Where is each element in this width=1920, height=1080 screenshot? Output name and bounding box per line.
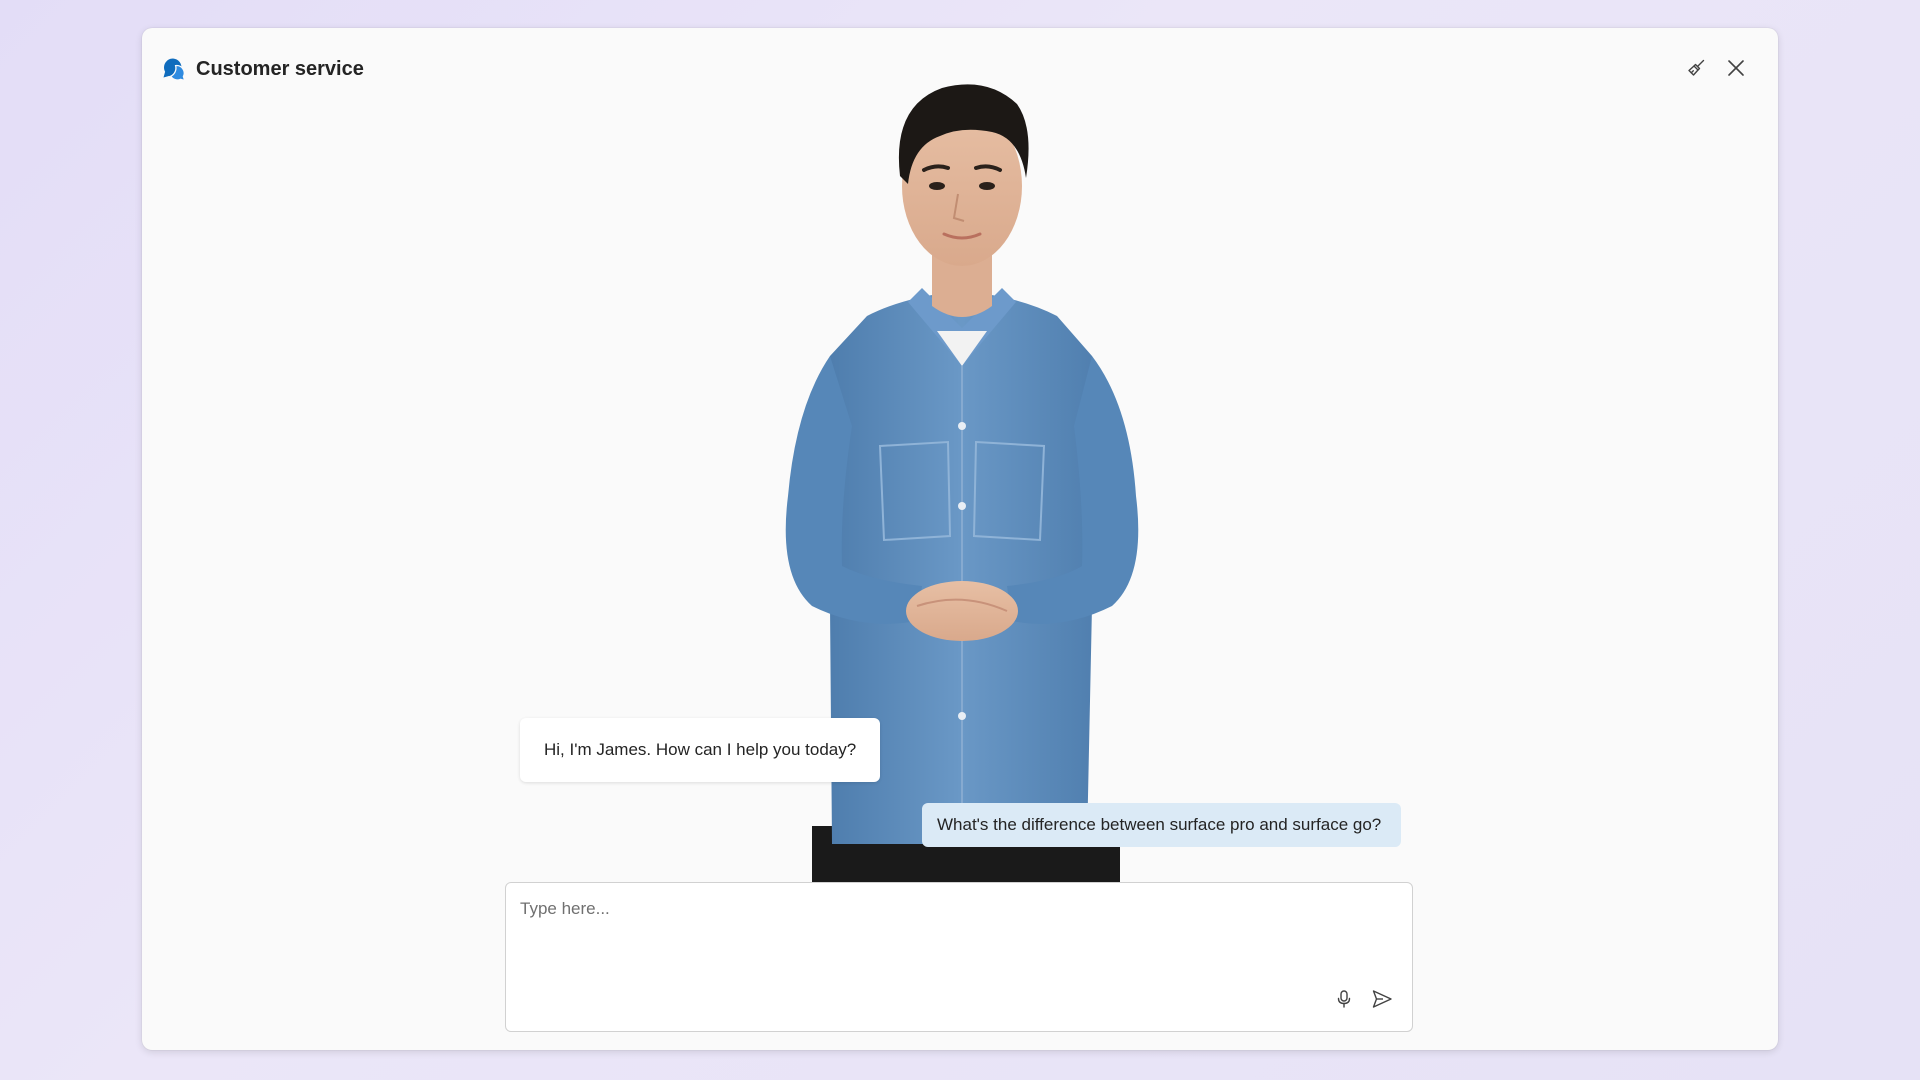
message-composer bbox=[505, 882, 1413, 1032]
close-button[interactable] bbox=[1720, 52, 1752, 84]
assistant-message: Hi, I'm James. How can I help you today? bbox=[520, 718, 881, 782]
close-icon bbox=[1727, 59, 1745, 77]
chat-bubbles-icon bbox=[162, 57, 186, 82]
window-title: Customer service bbox=[196, 58, 364, 80]
message-input[interactable] bbox=[520, 899, 1380, 969]
user-message: What's the difference between surface pr… bbox=[922, 803, 1402, 847]
microphone-button[interactable] bbox=[1328, 983, 1360, 1015]
broom-icon bbox=[1686, 58, 1706, 78]
send-icon bbox=[1371, 988, 1393, 1010]
user-message-text: What's the difference between surface pr… bbox=[937, 815, 1382, 834]
chat-window: Customer service Hi, I'm James. How can … bbox=[142, 28, 1778, 1050]
title-bar: Customer service bbox=[142, 28, 1778, 108]
microphone-icon bbox=[1334, 989, 1354, 1009]
send-button[interactable] bbox=[1366, 983, 1398, 1015]
assistant-message-text: Hi, I'm James. How can I help you today? bbox=[544, 740, 857, 759]
clear-chat-button[interactable] bbox=[1680, 52, 1712, 84]
